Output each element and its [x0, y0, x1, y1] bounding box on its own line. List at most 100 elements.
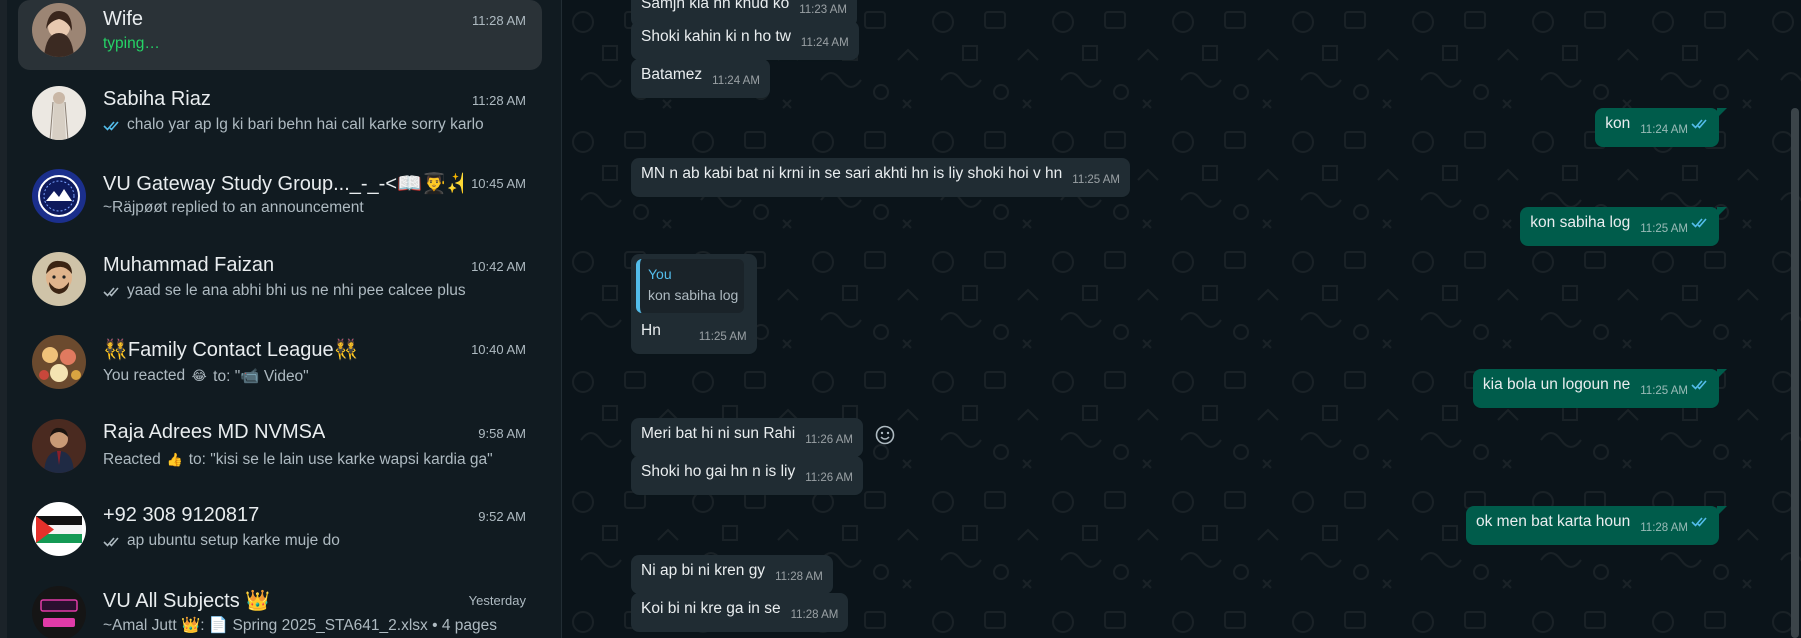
read-ticks-icon	[1691, 119, 1707, 129]
reaction-emoji: 👍	[166, 452, 183, 467]
read-ticks-icon	[1691, 218, 1707, 228]
bubble-tail	[1717, 207, 1727, 217]
chat-name: VU Gateway Study Group..._-_-<📖👨‍🎓✨...	[103, 173, 463, 195]
chat-time: Yesterday	[468, 593, 526, 608]
chat-time: 9:58 AM	[478, 426, 526, 441]
message-time: 11:26 AM	[805, 434, 853, 446]
chat-name: VU All Subjects 👑	[103, 590, 271, 612]
typing-indicator: typing…	[103, 35, 160, 52]
chat-time: 10:42 AM	[471, 259, 526, 274]
incoming-message[interactable]: Koi bi ni kre ga in se 11:28 AM	[631, 593, 849, 632]
chat-item-wife[interactable]: Wife 11:28 AM typing…	[18, 0, 542, 70]
outgoing-message[interactable]: kia bola un logoun ne 11:25 AM	[1472, 369, 1727, 408]
conversation-scrollbar[interactable]	[1791, 108, 1799, 638]
chat-name: Sabiha Riaz	[103, 88, 211, 110]
bubble-tail	[1717, 108, 1727, 118]
chat-item-muhammad-faizan[interactable]: Muhammad Faizan 10:42 AM yaad se le ana …	[18, 246, 542, 316]
avatar	[32, 169, 86, 223]
last-message-preview: ap ubuntu setup karke muje do	[103, 532, 340, 550]
avatar	[32, 252, 86, 306]
message-time: 11:25 AM	[1640, 385, 1688, 397]
chat-item-vu-all-subjects[interactable]: VU All Subjects 👑 Yesterday ~Amal Jutt 👑…	[18, 580, 542, 638]
outgoing-message[interactable]: ok men bat karta houn 11:28 AM	[1466, 506, 1727, 545]
chat-name: +92 308 9120817	[103, 504, 260, 526]
message-time: 11:28 AM	[790, 609, 839, 621]
message-text: kia bola un logoun ne	[1482, 376, 1631, 393]
message-text: Meri bat hi ni sun Rahi	[641, 425, 796, 442]
quoted-message[interactable]: You kon sabiha log	[636, 259, 744, 313]
chat-name: Muhammad Faizan	[103, 254, 275, 276]
chat-list-sidebar: Wife 11:28 AM typing… Sabiha Riaz 11:28 …	[0, 0, 562, 638]
message-text: MN n ab kabi bat ni krni in se sari akht…	[641, 165, 1063, 182]
chat-item-family-contact-league[interactable]: 👯Family Contact League👯 10:40 AM You rea…	[18, 329, 542, 399]
chat-item-phone-number[interactable]: +92 308 9120817 9:52 AM ap ubuntu setup …	[18, 496, 542, 566]
last-message-preview: Reacted 👍 to: "kisi se le lain use karke…	[103, 449, 493, 471]
outgoing-message[interactable]: kon 11:24 AM	[1595, 108, 1727, 147]
bubble-tail	[1717, 506, 1727, 516]
incoming-message[interactable]: Batamez 11:24 AM	[631, 59, 770, 98]
chat-time: 11:28 AM	[472, 93, 526, 108]
chat-name: Raja Adrees MD NVMSA	[103, 421, 326, 443]
message-text: ok men bat karta houn	[1476, 513, 1631, 530]
delivered-ticks-icon	[103, 536, 119, 547]
message-text: Shoki ho gai hn n is liy	[641, 463, 796, 480]
message-time: 11:25 AM	[1640, 223, 1688, 235]
preview-text: ap ubuntu setup karke muje do	[127, 532, 340, 549]
sidebar-edge	[0, 0, 7, 638]
preview-suffix: to: "kisi se le lain use karke wapsi kar…	[188, 451, 493, 468]
incoming-message[interactable]: Ni ap bi ni kren gy 11:28 AM	[631, 555, 833, 594]
message-text: Ni ap bi ni kren gy	[641, 562, 766, 579]
incoming-message[interactable]: Shoki ho gai hn n is liy 11:26 AM	[631, 456, 863, 495]
preview-text: yaad se le ana abhi bhi us ne nhi pee ca…	[127, 282, 466, 299]
chat-item-raja-adrees[interactable]: Raja Adrees MD NVMSA 9:58 AM Reacted 👍 t…	[18, 413, 542, 483]
reaction-emoji: 😂	[191, 368, 207, 383]
message-text: Samjh kia hn khud ko	[641, 0, 790, 12]
message-text: kon	[1605, 115, 1631, 132]
message-text: Koi bi ni kre ga in se	[641, 600, 781, 617]
last-message-preview: yaad se le ana abhi bhi us ne nhi pee ca…	[103, 282, 466, 300]
chat-time: 10:45 AM	[471, 176, 526, 191]
incoming-message[interactable]: Meri bat hi ni sun Rahi 11:26 AM	[631, 418, 863, 457]
chat-name: 👯Family Contact League👯	[103, 339, 359, 361]
message-time: 11:24 AM	[800, 37, 849, 49]
conversation-panel: Samjh kia hn khud ko 11:23 AM Shoki kahin…	[563, 0, 1801, 638]
message-time: 11:25 AM	[698, 331, 747, 343]
incoming-reply-message[interactable]: You kon sabiha log Hn 11:25 AM	[631, 254, 757, 354]
chat-time: 10:40 AM	[471, 342, 526, 357]
outgoing-message[interactable]: kon sabiha log 11:25 AM	[1520, 207, 1727, 246]
message-text: kon sabiha log	[1530, 214, 1631, 231]
chat-item-vu-gateway[interactable]: VU Gateway Study Group..._-_-<📖👨‍🎓✨... 1…	[18, 163, 542, 233]
read-ticks-icon	[103, 120, 119, 131]
bubble-tail	[1717, 369, 1727, 379]
message-text: Hn	[641, 322, 661, 339]
chat-time: 11:28 AM	[472, 13, 526, 28]
message-text: Batamez	[641, 66, 703, 83]
message-time: 11:24 AM	[1640, 124, 1688, 136]
chat-name: Wife	[103, 8, 143, 30]
avatar	[32, 86, 86, 140]
last-message-preview: ~Räjpøøt replied to an announcement	[103, 199, 364, 216]
read-ticks-icon	[1691, 517, 1707, 527]
quoted-text: kon sabiha log	[648, 287, 739, 303]
preview-prefix: You reacted	[103, 367, 186, 384]
preview-prefix: Reacted	[103, 451, 161, 468]
delivered-ticks-icon	[103, 286, 119, 297]
message-time: 11:25 AM	[1072, 174, 1121, 186]
message-text: Shoki kahin ki n ho tw	[641, 28, 791, 45]
react-emoji-icon[interactable]	[874, 424, 896, 446]
incoming-message[interactable]: Shoki kahin ki n ho tw 11:24 AM	[631, 21, 859, 60]
message-time: 11:24 AM	[712, 75, 760, 87]
last-message-preview: You reacted 😂 to: "📹 Video"	[103, 365, 309, 387]
chat-time: 9:52 AM	[478, 509, 526, 524]
quoted-author: You	[648, 266, 672, 282]
avatar	[32, 586, 86, 638]
avatar	[32, 335, 86, 389]
read-ticks-icon	[1691, 380, 1707, 390]
message-time: 11:23 AM	[799, 4, 847, 16]
message-time: 11:28 AM	[1640, 522, 1688, 534]
chat-item-sabiha-riaz[interactable]: Sabiha Riaz 11:28 AM chalo yar ap lg ki …	[18, 80, 542, 150]
message-time: 11:26 AM	[805, 472, 853, 484]
incoming-message[interactable]: MN n ab kabi bat ni krni in se sari akht…	[631, 158, 1131, 197]
avatar	[32, 502, 86, 556]
avatar	[32, 3, 86, 57]
